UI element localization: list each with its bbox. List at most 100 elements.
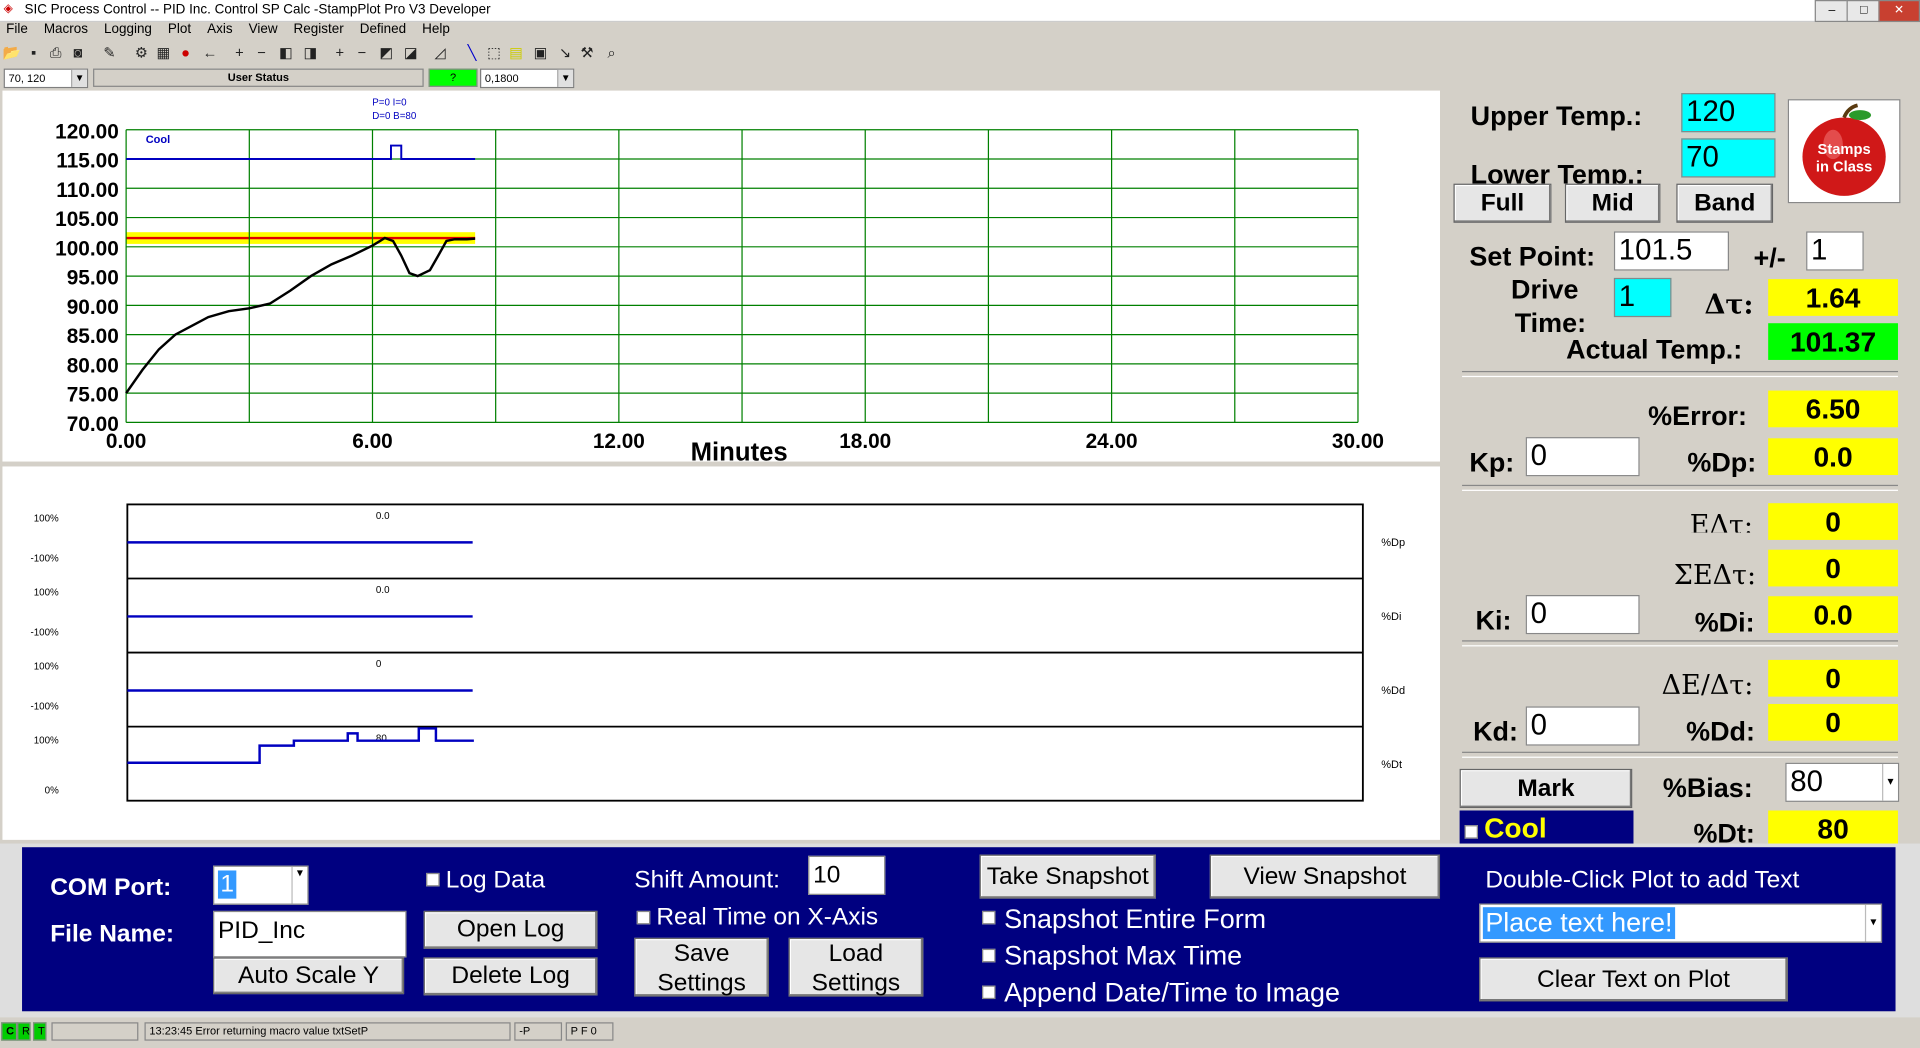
clear-text-button[interactable]: Clear Text on Plot: [1479, 957, 1788, 1002]
chart-icon[interactable]: ◿: [431, 44, 449, 62]
user-status: User Status: [93, 68, 424, 87]
menu-view[interactable]: View: [249, 22, 278, 37]
plus-minus-label: +/-: [1753, 242, 1786, 274]
zoom-out-y-icon[interactable]: −: [353, 44, 371, 62]
camera-icon[interactable]: ◙: [69, 44, 87, 62]
coords-combo[interactable]: 70, 120 ▼: [3, 68, 89, 89]
di-value: 0.0: [1768, 596, 1898, 633]
zoom-in-y-icon[interactable]: +: [331, 44, 349, 62]
close-button[interactable]: ✕: [1878, 0, 1920, 23]
menu-axis[interactable]: Axis: [207, 22, 232, 37]
x-tick-label: 12.00: [593, 430, 645, 453]
menu-plot[interactable]: Plot: [168, 22, 191, 37]
snapshot-max-checkbox[interactable]: [982, 948, 996, 963]
scroll-right-icon[interactable]: ◨: [301, 44, 319, 62]
maximize-button[interactable]: □: [1846, 0, 1881, 23]
status-message: 13:23:45 Error returning macro value txt…: [144, 1022, 511, 1041]
plot-text-combo[interactable]: Place text here! ▾: [1479, 903, 1883, 943]
chevron-down-icon[interactable]: ▾: [291, 866, 307, 904]
menu-logging[interactable]: Logging: [104, 22, 152, 37]
open-log-button[interactable]: Open Log: [423, 910, 598, 949]
print-icon[interactable]: ⎙: [47, 44, 65, 62]
file-name-input[interactable]: PID_Inc: [213, 910, 407, 958]
com-port-select[interactable]: 1 ▾: [213, 865, 309, 905]
snapshot-entire-checkbox[interactable]: [982, 910, 996, 925]
lower-temp-input[interactable]: 70: [1681, 138, 1776, 178]
minimize-button[interactable]: –: [1814, 0, 1849, 23]
window-title: SIC Process Control -- PID Inc. Control …: [24, 2, 491, 18]
temperature-plot[interactable]: P=0 I=0 D=0 B=80 Cool Minutes 0.00 6.00 12…: [2, 90, 1441, 466]
save-icon[interactable]: ▪: [24, 44, 42, 62]
select-icon[interactable]: ⬚: [485, 44, 503, 62]
draw-line-icon[interactable]: ╲: [463, 44, 481, 62]
menu-defined[interactable]: Defined: [360, 22, 406, 37]
bias-select[interactable]: 80 ▾: [1785, 762, 1900, 802]
menu-register[interactable]: Register: [294, 22, 344, 37]
wand-icon[interactable]: ✎: [100, 44, 118, 62]
pointer-icon[interactable]: ↘: [556, 44, 574, 62]
menu-file[interactable]: File: [6, 22, 28, 37]
save-settings-button[interactable]: Save Settings: [634, 937, 769, 997]
log-data-checkbox[interactable]: [426, 872, 440, 887]
scroll-up-icon[interactable]: ◩: [377, 44, 395, 62]
delete-log-button[interactable]: Delete Log: [423, 957, 598, 996]
e-delta-tau-value: 0: [1768, 503, 1898, 540]
highlight-icon[interactable]: ▤: [507, 44, 525, 62]
pid-drive-plot[interactable]: 100% -100% %Dp 0.0 100% -100% %Di 0.0 100% -100%%…: [2, 466, 1441, 840]
dd-value: 0: [1768, 703, 1898, 741]
mark-button[interactable]: Mark: [1459, 768, 1633, 809]
chevron-down-icon[interactable]: ▾: [1882, 763, 1898, 801]
zoom-combo[interactable]: 0,1800 ▼: [480, 68, 575, 89]
take-snapshot-button[interactable]: Take Snapshot: [979, 854, 1156, 899]
append-date-checkbox[interactable]: [982, 985, 996, 1000]
connect-icon[interactable]: ⚙: [132, 44, 150, 62]
magnify-icon[interactable]: ⌕: [602, 44, 620, 62]
menu-help[interactable]: Help: [422, 22, 450, 37]
pid-drive-plot-svg[interactable]: 100% -100% %Dp 0.0 100% -100% %Di 0.0 100% -100%%…: [2, 466, 1440, 839]
ki-label: Ki:: [1475, 604, 1512, 636]
zoom-out-x-icon[interactable]: −: [252, 44, 270, 62]
cool-toggle[interactable]: Cool: [1459, 810, 1634, 848]
full-button[interactable]: Full: [1453, 183, 1552, 223]
dd-label-text: %Dd:: [1686, 716, 1755, 747]
stop-icon[interactable]: ●: [176, 44, 194, 62]
upper-temp-input[interactable]: 120: [1681, 93, 1776, 133]
real-time-checkbox[interactable]: [636, 910, 651, 925]
scroll-left-icon[interactable]: ◧: [277, 44, 295, 62]
kd-input[interactable]: 0: [1525, 706, 1640, 746]
status-p: -P: [514, 1022, 563, 1041]
grid-icon[interactable]: ▦: [154, 44, 172, 62]
zoom-in-x-icon[interactable]: +: [230, 44, 248, 62]
shift-amount-input[interactable]: 10: [808, 855, 886, 895]
chevron-down-icon[interactable]: ▼: [71, 69, 87, 87]
temperature-plot-svg[interactable]: P=0 I=0 D=0 B=80 Cool Minutes 0.00 6.00 12…: [2, 91, 1440, 466]
drive-time-input[interactable]: 1: [1613, 277, 1672, 318]
scroll-down-icon[interactable]: ◪: [402, 44, 420, 62]
sum-e-delta-tau-label: ΣEΔτ:: [1673, 560, 1757, 592]
menu-bar: File Macros Logging Plot Axis View Regis…: [0, 22, 1920, 42]
load-settings-button[interactable]: Load Settings: [788, 937, 924, 997]
row-bottom-pct: -100%: [30, 553, 59, 564]
ki-input[interactable]: 0: [1525, 595, 1640, 635]
calc-icon[interactable]: ▣: [531, 44, 549, 62]
apple-logo-icon: Stamps in Class: [1802, 103, 1886, 196]
c-indicator: C: [1, 1022, 18, 1041]
upper-temp-label: Upper Temp.:: [1470, 100, 1643, 132]
chevron-down-icon[interactable]: ▾: [1864, 904, 1881, 942]
chevron-down-icon[interactable]: ▼: [557, 69, 574, 87]
status-bar: C R T 13:23:45 Error returning macro val…: [0, 1021, 1920, 1041]
zoom-value: 0,1800: [484, 72, 519, 85]
menu-macros[interactable]: Macros: [44, 22, 88, 37]
band-button[interactable]: Band: [1676, 183, 1774, 223]
cool-checkbox[interactable]: [1464, 825, 1478, 839]
kp-input[interactable]: 0: [1525, 437, 1640, 477]
mid-button[interactable]: Mid: [1564, 183, 1661, 223]
set-point-input[interactable]: 101.5: [1613, 231, 1729, 271]
t-indicator: T: [33, 1022, 47, 1041]
plus-minus-input[interactable]: 1: [1806, 231, 1864, 271]
tool-icon[interactable]: ⚒: [578, 44, 596, 62]
back-arrow-icon[interactable]: ←: [201, 44, 219, 62]
view-snapshot-button[interactable]: View Snapshot: [1209, 854, 1441, 899]
auto-scale-y-button[interactable]: Auto Scale Y: [213, 957, 405, 995]
open-folder-icon[interactable]: 📂: [2, 44, 20, 62]
